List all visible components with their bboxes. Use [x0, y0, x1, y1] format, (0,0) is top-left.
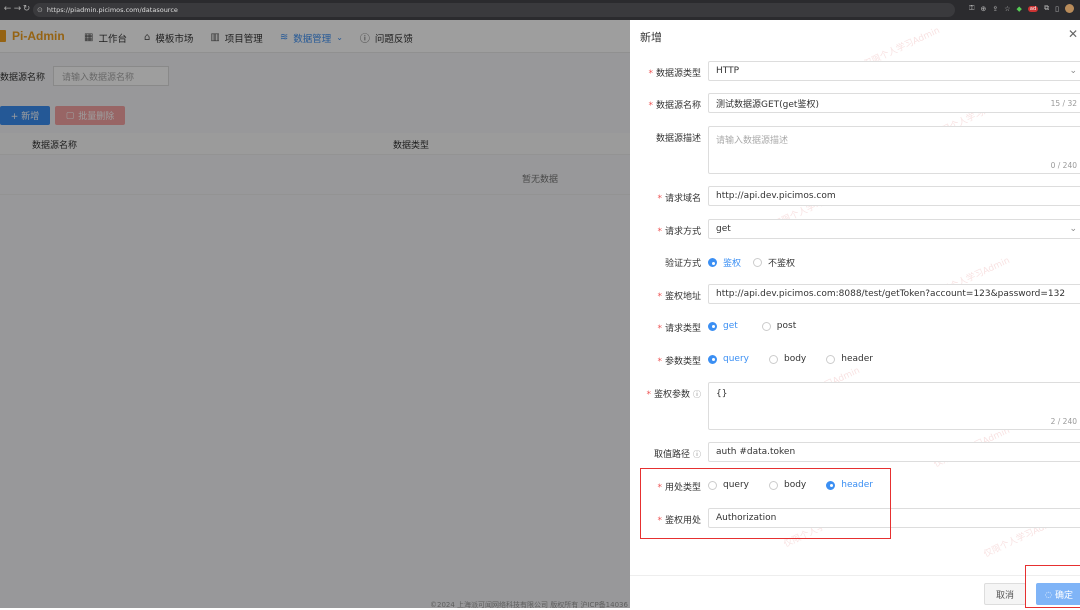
datasource-desc-textarea[interactable]: 请输入数据源描述 0 / 240: [708, 126, 1080, 174]
field-request-type: * 请求类型 get post: [630, 316, 1080, 338]
radio-label: get: [723, 321, 738, 331]
request-type-radio-group: get post: [708, 321, 808, 331]
value-path-input[interactable]: auth #data.token: [708, 442, 1080, 462]
radio-query[interactable]: query: [708, 354, 749, 364]
field-label: * 数据源名称: [648, 101, 701, 111]
shield-icon[interactable]: ◆: [1017, 5, 1022, 13]
radio-post[interactable]: post: [761, 321, 797, 331]
radio-no-auth[interactable]: 不鉴权: [753, 256, 795, 269]
lock-icon: ⊙: [37, 6, 43, 14]
share-icon[interactable]: ⇪: [992, 5, 998, 13]
auth-params-textarea[interactable]: {} 2 / 240: [708, 382, 1080, 430]
radio-dot-checked: [708, 258, 717, 267]
textarea-value: {}: [716, 389, 728, 399]
field-datasource-type: * 数据源类型 HTTP ⌄: [630, 61, 1080, 83]
field-auth-url: * 鉴权地址 http://api.dev.picimos.com:8088/te…: [630, 284, 1080, 306]
chevron-down-icon: ⌄: [1069, 66, 1077, 76]
request-domain-input[interactable]: http://api.dev.picimos.com: [708, 186, 1080, 206]
auth-url-input[interactable]: http://api.dev.picimos.com:8088/test/get…: [708, 284, 1080, 304]
radio-label: query: [723, 354, 749, 364]
radio-dot-checked: [708, 321, 717, 331]
radio-label: 鉴权: [723, 259, 742, 269]
browser-toolbar: ← → ↻ ⊙ https://piadmin.picimos.com/data…: [0, 0, 1080, 20]
field-param-type: * 参数类型 query body header: [630, 349, 1080, 371]
close-icon[interactable]: ✕: [1068, 27, 1078, 41]
field-label: * 鉴权地址: [657, 292, 701, 302]
field-label: 验证方式: [664, 259, 701, 269]
profile-avatar[interactable]: [1065, 4, 1074, 13]
info-icon[interactable]: ⓘ: [693, 450, 701, 459]
char-count: 2 / 240: [1050, 417, 1077, 426]
url-text: https://piadmin.picimos.com/datasource: [46, 6, 178, 14]
field-datasource-name: * 数据源名称 测试数据源GET(get鉴权) 15 / 32: [630, 93, 1080, 115]
char-count: 0 / 240: [1050, 161, 1077, 170]
input-value: http://api.dev.picimos.com: [716, 191, 836, 201]
field-auth-params: * 鉴权参数 ⓘ {} 2 / 240: [630, 382, 1080, 430]
auth-mode-radio-group: 鉴权 不鉴权: [708, 256, 807, 269]
extension-badge-icon[interactable]: ad: [1027, 5, 1039, 12]
radio-label: post: [776, 321, 797, 331]
radio-dot: [826, 354, 836, 364]
modal-overlay[interactable]: [0, 20, 630, 608]
field-label: * 数据源类型: [648, 69, 701, 79]
radio-get[interactable]: get: [708, 321, 738, 331]
star-icon[interactable]: ☆: [1004, 5, 1010, 13]
field-label: * 请求方式: [657, 227, 701, 237]
select-value: get: [716, 224, 731, 234]
radio-dot: [768, 354, 778, 364]
info-icon[interactable]: ⓘ: [693, 390, 701, 399]
param-type-radio-group: query body header: [708, 354, 885, 364]
radio-dot: [753, 258, 763, 267]
annotation-confirm-box: [1025, 565, 1080, 608]
request-method-select[interactable]: get ⌄: [708, 219, 1080, 239]
field-auth-mode: 验证方式 鉴权 不鉴权: [630, 251, 1080, 273]
radio-header[interactable]: header: [826, 354, 873, 364]
field-label: * 参数类型: [657, 357, 701, 367]
drawer-title: 新增: [640, 31, 662, 44]
input-value: http://api.dev.picimos.com:8088/test/get…: [716, 289, 1066, 299]
field-label: * 请求类型: [657, 324, 701, 334]
field-value-path: 取值路径 ⓘ auth #data.token: [630, 442, 1080, 464]
cancel-button[interactable]: 取消: [984, 583, 1026, 605]
radio-auth[interactable]: 鉴权: [708, 256, 741, 269]
input-value: auth #data.token: [716, 447, 796, 457]
annotation-highlight-box: [640, 468, 891, 539]
field-label: * 请求域名: [657, 194, 701, 204]
select-value: HTTP: [716, 66, 740, 76]
reload-icon[interactable]: ↻: [21, 4, 32, 14]
radio-label: header: [841, 354, 873, 364]
input-value: 测试数据源GET(get鉴权): [716, 99, 819, 110]
field-datasource-desc: 数据源描述 请输入数据源描述 0 / 240: [630, 126, 1080, 174]
sidebar-icon[interactable]: ▯: [1055, 5, 1059, 13]
textarea-placeholder: 请输入数据源描述: [716, 136, 789, 146]
field-request-method: * 请求方式 get ⌄: [630, 219, 1080, 241]
datasource-type-select[interactable]: HTTP ⌄: [708, 61, 1080, 81]
address-bar[interactable]: ⊙ https://piadmin.picimos.com/datasource: [33, 3, 955, 17]
radio-dot: [761, 321, 771, 331]
radio-dot-checked: [708, 354, 717, 364]
field-label: 数据源描述: [655, 134, 701, 144]
datasource-name-input[interactable]: 测试数据源GET(get鉴权) 15 / 32: [708, 93, 1080, 113]
radio-body[interactable]: body: [768, 354, 807, 364]
zoom-icon[interactable]: ⊕: [980, 5, 986, 13]
key-icon[interactable]: ⚿: [969, 4, 974, 13]
radio-label: body: [783, 354, 807, 364]
field-label: * 鉴权参数 ⓘ: [646, 390, 701, 400]
browser-extension-icons: ⚿ ⊕ ⇪ ☆ ◆ ad ⧉ ▯: [969, 4, 1074, 13]
field-label: 取值路径 ⓘ: [653, 450, 701, 460]
char-count: 15 / 32: [1050, 99, 1077, 108]
chevron-down-icon: ⌄: [1069, 224, 1077, 234]
puzzle-icon[interactable]: ⧉: [1044, 4, 1049, 13]
drawer-footer-divider: [630, 575, 1080, 576]
radio-label: 不鉴权: [768, 259, 796, 269]
field-request-domain: * 请求域名 http://api.dev.picimos.com: [630, 186, 1080, 208]
